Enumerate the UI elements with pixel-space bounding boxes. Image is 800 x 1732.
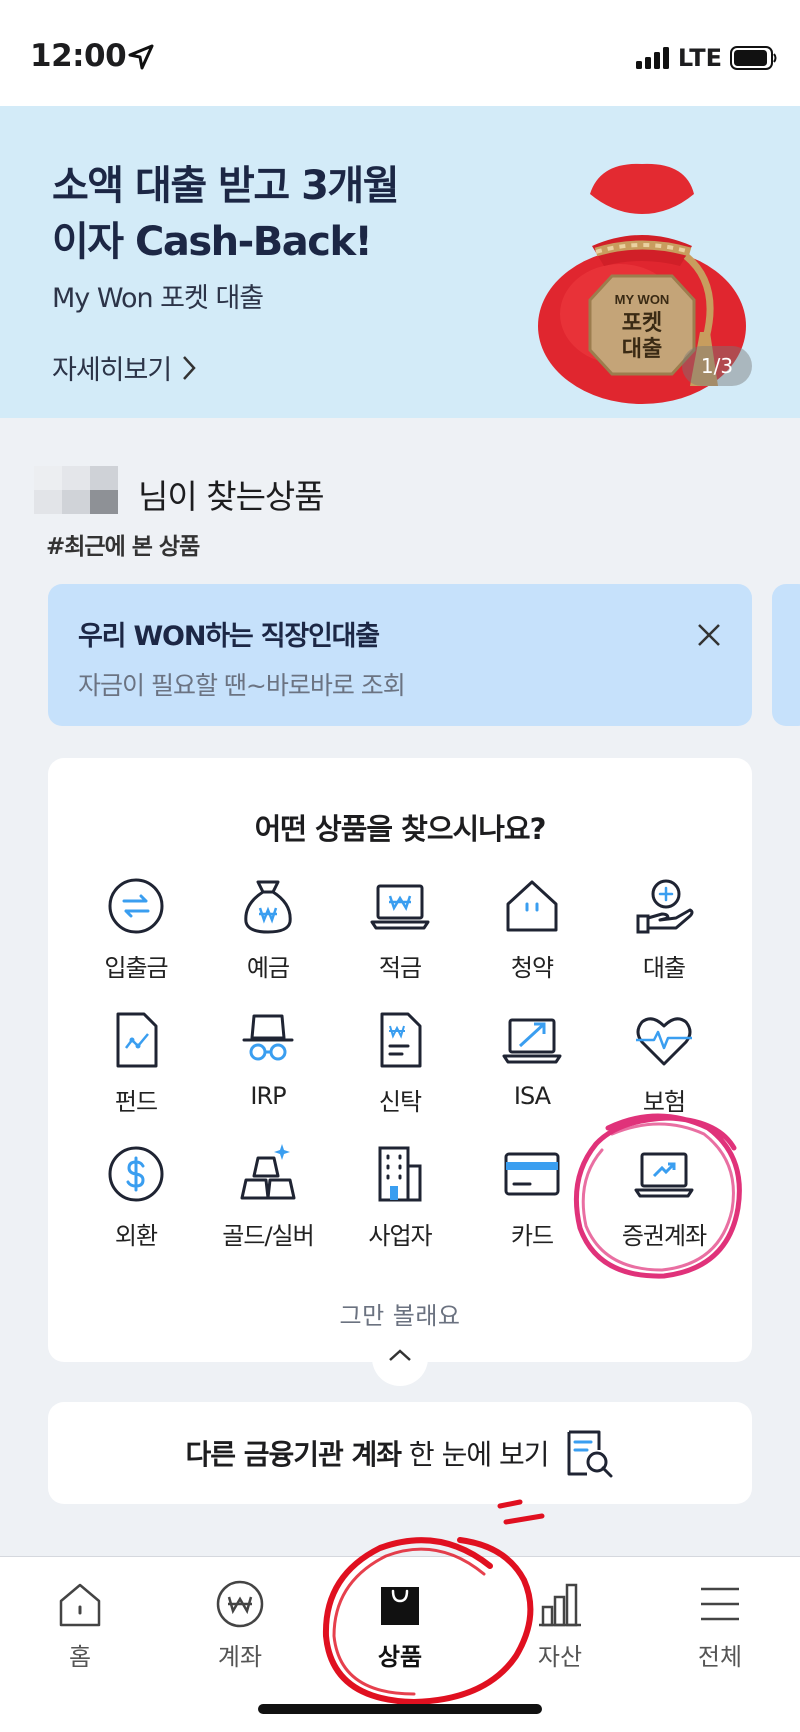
tab-label: 전체 bbox=[697, 1643, 743, 1671]
product-label: 펀드 bbox=[114, 1088, 158, 1116]
product-item-loan[interactable]: 대출 bbox=[598, 874, 730, 1008]
product-label: 사업자 bbox=[368, 1222, 432, 1250]
pouch-label-main2: 대출 bbox=[622, 337, 662, 362]
won-coin-icon bbox=[216, 1580, 264, 1628]
stock-laptop-icon bbox=[634, 1152, 694, 1198]
home-indicator bbox=[258, 1704, 542, 1714]
promo-banner[interactable]: 소액 대출 받고 3개월 이자 Cash-Back! My Won 포켓 대출 … bbox=[0, 106, 800, 418]
chevron-up-icon[interactable] bbox=[387, 1346, 413, 1364]
banner-subtitle: My Won 포켓 대출 bbox=[52, 283, 264, 314]
bar-chart-icon bbox=[539, 1583, 581, 1627]
product-label: 신탁 bbox=[378, 1088, 422, 1116]
tab-label: 계좌 bbox=[217, 1643, 263, 1671]
product-item-subscription[interactable]: 청약 bbox=[466, 874, 598, 1008]
banner-pager: 1/3 bbox=[682, 346, 752, 386]
tab-label: 자산 bbox=[537, 1643, 583, 1671]
product-item-isa[interactable]: ISA bbox=[466, 1008, 598, 1142]
status-indicators: LTE bbox=[635, 44, 778, 72]
product-label: IRP bbox=[250, 1082, 286, 1110]
network-type: LTE bbox=[677, 44, 722, 72]
banner-more-label: 자세히보기 bbox=[52, 355, 172, 386]
product-item-installment-savings[interactable]: 적금 bbox=[334, 874, 466, 1008]
status-bar: 12:00 LTE bbox=[0, 0, 800, 106]
product-item-business[interactable]: 사업자 bbox=[334, 1142, 466, 1276]
recommended-product-card[interactable]: 우리 WON하는 직장인대출 자금이 필요할 땐~바로바로 조회 bbox=[48, 584, 752, 726]
recommended-product-desc: 자금이 필요할 땐~바로바로 조회 bbox=[78, 671, 406, 700]
tab-products[interactable]: 상품 bbox=[340, 1577, 460, 1672]
signal-icon bbox=[635, 47, 669, 69]
other-accounts-bold: 다른 금융기관 계좌 bbox=[185, 1438, 402, 1471]
building-icon bbox=[378, 1146, 422, 1202]
tab-accounts[interactable]: 계좌 bbox=[180, 1577, 300, 1672]
heart-icon bbox=[636, 1017, 692, 1066]
shopping-bag-icon bbox=[381, 1587, 419, 1625]
product-item-savings-deposit[interactable]: 예금 bbox=[202, 874, 334, 1008]
next-card-peek[interactable] bbox=[772, 584, 800, 726]
product-category-card: 어떤 상품을 찾으시나요? 입출금 예금 적금 청약 대출 펀드 IRP 신탁 … bbox=[48, 758, 752, 1362]
product-item-fund[interactable]: 펀드 bbox=[70, 1008, 202, 1142]
other-institution-accounts-card[interactable]: 다른 금융기관 계좌 한 눈에 보기 bbox=[48, 1402, 752, 1504]
dollar-icon bbox=[108, 1146, 164, 1202]
other-accounts-rest: 한 눈에 보기 bbox=[401, 1438, 550, 1471]
product-item-securities-account[interactable]: 증권계좌 bbox=[598, 1142, 730, 1276]
retirement-icon bbox=[242, 1014, 294, 1061]
tab-home[interactable]: 홈 bbox=[20, 1577, 140, 1672]
tab-assets[interactable]: 자산 bbox=[500, 1577, 620, 1672]
recommended-product-title: 우리 WON하는 직장인대출 bbox=[78, 621, 380, 652]
product-label: 입출금 bbox=[104, 954, 168, 982]
collapse-button[interactable]: 그만 볼래요 bbox=[48, 1296, 752, 1331]
home-icon bbox=[59, 1583, 101, 1627]
recommend-title: 님이 찾는상품 bbox=[138, 477, 325, 516]
money-bag-icon bbox=[244, 880, 292, 934]
product-label: 증권계좌 bbox=[621, 1222, 707, 1250]
product-label: 적금 bbox=[378, 954, 422, 982]
document-search-icon bbox=[567, 1430, 613, 1478]
product-item-gold-silver[interactable]: 골드/실버 bbox=[202, 1142, 334, 1276]
tab-label: 상품 bbox=[377, 1643, 423, 1671]
card-icon bbox=[504, 1152, 560, 1196]
status-time: 12:00 bbox=[30, 38, 127, 74]
product-label: 외환 bbox=[114, 1222, 158, 1250]
pouch-label-main1: 포켓 bbox=[622, 311, 662, 336]
tab-all-menu[interactable]: 전체 bbox=[660, 1577, 780, 1672]
product-category-title: 어떤 상품을 찾으시나요? bbox=[254, 812, 547, 846]
fund-doc-icon bbox=[116, 1012, 158, 1068]
product-label: 대출 bbox=[642, 954, 686, 982]
laptop-won-icon bbox=[370, 884, 430, 930]
house-icon bbox=[506, 880, 558, 932]
product-label: 카드 bbox=[510, 1222, 554, 1250]
location-arrow-icon bbox=[128, 44, 154, 70]
product-label: 청약 bbox=[510, 954, 554, 982]
chevron-right-icon bbox=[183, 355, 196, 380]
product-item-irp[interactable]: IRP bbox=[202, 1008, 334, 1142]
transfer-icon bbox=[108, 878, 164, 934]
banner-title: 소액 대출 받고 3개월 이자 Cash-Back! bbox=[52, 163, 400, 265]
menu-icon bbox=[701, 1587, 739, 1621]
gold-bar-icon bbox=[240, 1144, 296, 1200]
recent-viewed-tag: #최근에 본 상품 bbox=[46, 534, 200, 560]
other-accounts-text: 다른 금융기관 계좌 한 눈에 보기 bbox=[185, 1433, 550, 1473]
banner-more-link[interactable]: 자세히보기 bbox=[52, 348, 197, 387]
pouch-label-top: MY WON bbox=[615, 292, 670, 307]
product-label: ISA bbox=[513, 1082, 551, 1110]
product-label: 골드/실버 bbox=[222, 1222, 314, 1250]
trust-doc-icon bbox=[380, 1012, 422, 1068]
product-item-insurance[interactable]: 보험 bbox=[598, 1008, 730, 1142]
product-item-trust[interactable]: 신탁 bbox=[334, 1008, 466, 1142]
product-label: 보험 bbox=[642, 1088, 686, 1116]
product-label: 예금 bbox=[246, 954, 290, 982]
product-item-foreign-exchange[interactable]: 외환 bbox=[70, 1142, 202, 1276]
battery-icon bbox=[730, 46, 777, 70]
isa-laptop-icon bbox=[502, 1018, 562, 1064]
tab-label: 홈 bbox=[68, 1643, 92, 1671]
product-item-card[interactable]: 카드 bbox=[466, 1142, 598, 1276]
close-icon[interactable] bbox=[694, 620, 724, 650]
user-name-blurred bbox=[34, 466, 118, 514]
loan-hand-icon bbox=[636, 879, 694, 934]
product-item-deposit-withdrawal[interactable]: 입출금 bbox=[70, 874, 202, 1008]
